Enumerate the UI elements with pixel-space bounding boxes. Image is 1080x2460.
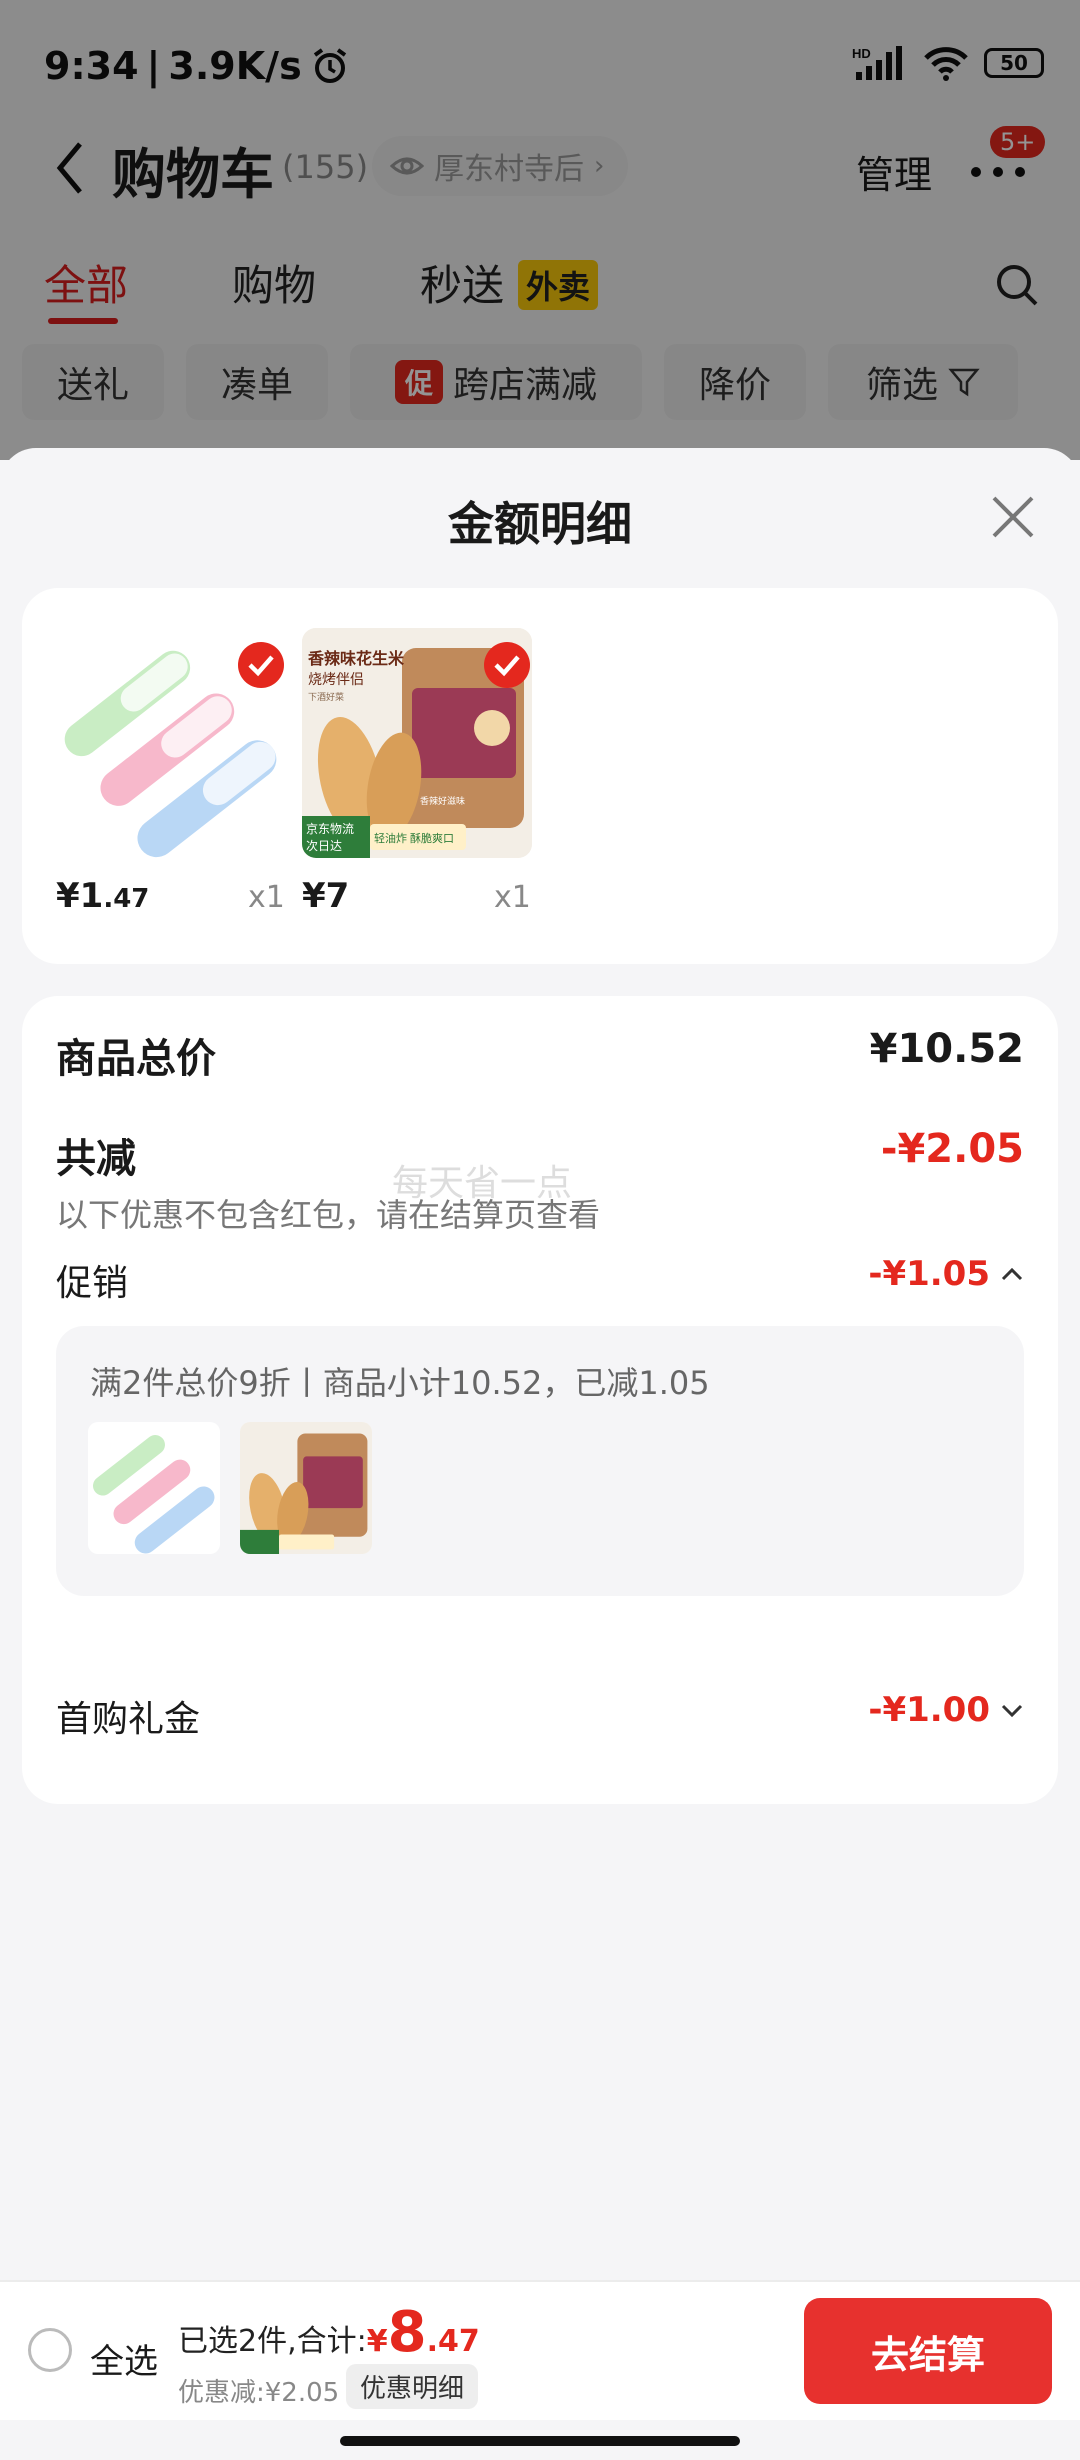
total-value: ¥10.52 (869, 1026, 1024, 1072)
chevron-up-icon (1001, 1267, 1023, 1281)
product-price: ¥1.47 (56, 876, 150, 916)
selected-products-card: ¥1.47 x1 香辣味花生米 烧烤伴侣 下酒好菜 香辣好滋味 京东物流 次日达… (22, 588, 1058, 964)
promo-row[interactable]: 促销 -¥1.05 (56, 1254, 1024, 1306)
svg-text:香辣好滋味: 香辣好滋味 (420, 795, 465, 806)
selected-summary: 已选2件,合计:¥8.47 (178, 2300, 480, 2365)
select-all-label[interactable]: 全选 (90, 2334, 158, 2383)
total-label: 商品总价 (56, 1036, 216, 1082)
product-image-brush (56, 628, 286, 858)
total-row: 商品总价 ¥10.52 (56, 1026, 1024, 1084)
promo-value: -¥1.05 (868, 1254, 990, 1294)
watermark-text: 每天省一点 (392, 1163, 573, 1204)
product-qty: x1 (248, 880, 285, 915)
select-all-radio[interactable] (28, 2328, 72, 2372)
svg-text:烧烤伴侣: 烧烤伴侣 (308, 671, 364, 687)
total-amount: 8 (387, 2300, 427, 2365)
promo-detail-box: 满2件总价9折丨商品小计10.52，已减1.05 (56, 1326, 1024, 1596)
product-qty: x1 (494, 880, 531, 915)
svg-text:次日达: 次日达 (306, 839, 342, 853)
reduce-value: -¥2.05 (880, 1126, 1024, 1172)
checkout-bar: 全选 已选2件,合计:¥8.47 优惠减:¥2.05 优惠明细 去结算 (0, 2280, 1080, 2420)
promo-detail-text: 满2件总价9折丨商品小计10.52，已减1.05 (90, 1364, 710, 1402)
close-icon[interactable] (988, 492, 1038, 542)
chevron-down-icon (1001, 1704, 1023, 1718)
first-purchase-label: 首购礼金 (56, 1699, 201, 1740)
promo-label: 促销 (56, 1263, 129, 1304)
svg-text:京东物流: 京东物流 (306, 822, 354, 836)
home-indicator (340, 2436, 740, 2446)
product-price: ¥7 (302, 876, 350, 916)
reduce-label: 共减 (56, 1136, 136, 1182)
svg-text:下酒好菜: 下酒好菜 (308, 691, 344, 702)
discount-text: 优惠减:¥2.05 (178, 2378, 340, 2408)
svg-text:轻油炸 酥脆爽口: 轻油炸 酥脆爽口 (374, 831, 454, 845)
promo-thumb-brush (88, 1422, 220, 1554)
sheet-title: 金额明细 (448, 497, 632, 551)
selected-check-icon[interactable] (238, 642, 284, 688)
dim-overlay[interactable] (0, 0, 1080, 460)
price-breakdown-card: 商品总价 ¥10.52 共减 -¥2.05 以下优惠不包含红包，请在结算页查看 … (22, 996, 1058, 1804)
first-purchase-value: -¥1.00 (868, 1690, 990, 1730)
selected-check-icon[interactable] (484, 642, 530, 688)
checkout-button[interactable]: 去结算 (804, 2298, 1052, 2404)
promo-thumb-peanut (240, 1422, 372, 1554)
discount-detail-button[interactable]: 优惠明细 (346, 2364, 479, 2409)
first-purchase-row[interactable]: 首购礼金 -¥1.00 (56, 1690, 1024, 1742)
product-image-peanut: 香辣味花生米 烧烤伴侣 下酒好菜 香辣好滋味 京东物流 次日达 轻油炸 酥脆爽口 (302, 628, 532, 858)
svg-text:香辣味花生米: 香辣味花生米 (307, 649, 405, 668)
amount-detail-sheet: 金额明细 ¥1.47 x1 香辣味花生米 烧烤伴侣 下酒好菜 香辣好滋味 京东物… (0, 448, 1080, 2460)
